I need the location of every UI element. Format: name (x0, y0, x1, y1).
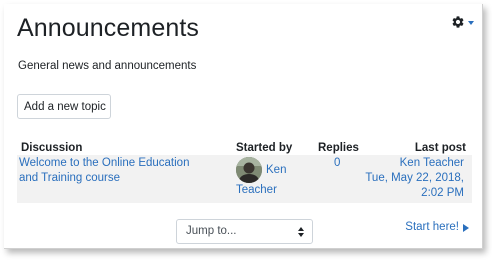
author-link-last[interactable]: Teacher (236, 183, 277, 198)
discussion-link[interactable]: Welcome to the Online Education and Trai… (19, 156, 199, 186)
replies-count-link[interactable]: 0 (334, 156, 340, 171)
jump-to-select[interactable]: Jump to... (176, 219, 313, 244)
forum-intro: General news and announcements (18, 60, 197, 72)
jump-to-label: Jump to... (186, 225, 237, 237)
author-link-first[interactable]: Ken (266, 163, 286, 178)
last-post-author-link[interactable]: Ken Teacher (365, 156, 464, 171)
page-title: Announcements (17, 14, 199, 42)
last-post-date-link[interactable]: Tue, May 22, 2018, (365, 171, 464, 186)
caret-down-icon[interactable] (468, 21, 474, 25)
add-topic-button[interactable]: Add a new topic (17, 94, 111, 119)
header-started-by: Started by (236, 142, 293, 154)
header-discussion: Discussion (21, 142, 83, 154)
header-replies: Replies (318, 142, 359, 154)
settings-menu[interactable] (451, 15, 474, 29)
select-arrows-icon (298, 227, 304, 237)
next-activity-link[interactable]: Start here! (405, 220, 469, 235)
avatar[interactable] (236, 157, 262, 183)
forum-panel: Announcements General news and announcem… (4, 4, 483, 249)
gear-icon[interactable] (451, 15, 465, 29)
header-last-post: Last post (414, 142, 466, 154)
triangle-right-icon (463, 223, 469, 232)
last-post-cell: Ken Teacher Tue, May 22, 2018, 2:02 PM (365, 156, 464, 201)
last-post-time-link[interactable]: 2:02 PM (365, 186, 464, 201)
next-activity-label[interactable]: Start here! (405, 220, 459, 235)
